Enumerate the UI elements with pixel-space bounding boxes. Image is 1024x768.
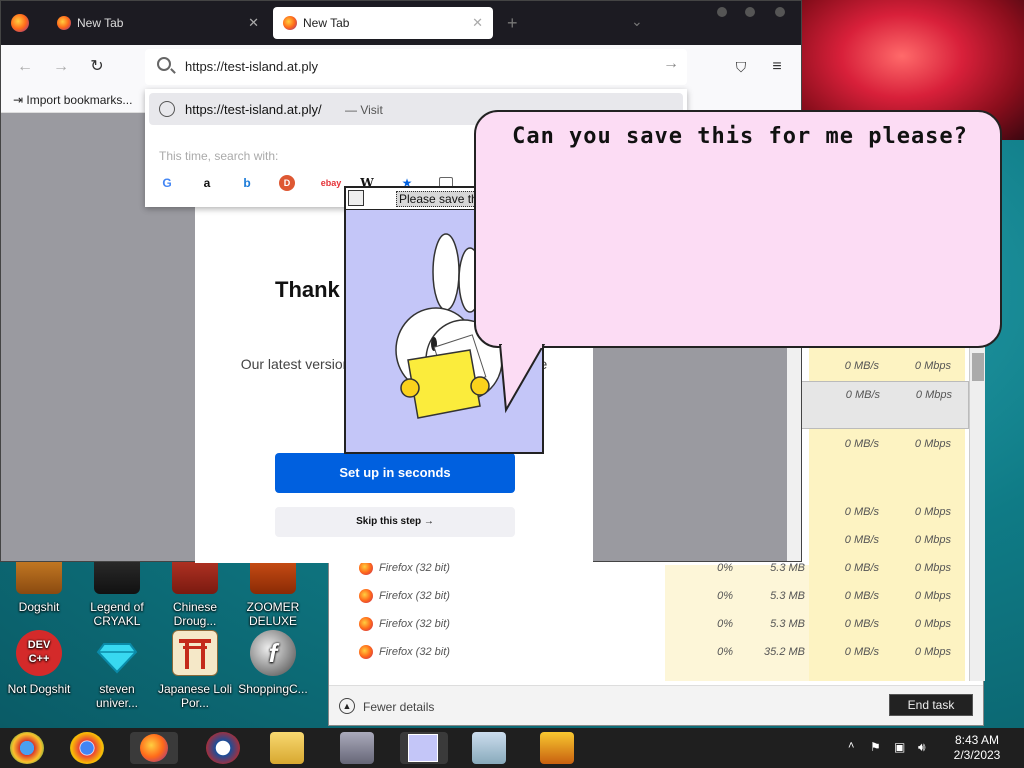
bunny-taskbar-button[interactable] — [400, 732, 448, 764]
fewer-details-link[interactable]: Fewer details — [363, 700, 434, 714]
task-manager-icon[interactable] — [472, 732, 506, 764]
firefox-icon — [359, 561, 373, 575]
tab-new-tab-2[interactable]: New Tab ✕ — [273, 7, 493, 39]
obama-logo-icon[interactable] — [206, 732, 240, 764]
ebay-icon[interactable]: ebay — [319, 175, 343, 191]
pocket-icon[interactable]: ⛉ — [729, 55, 753, 79]
bunny-icon — [408, 734, 438, 762]
table-row[interactable]: Firefox (32 bit) 0% 5.3 MB 0 MB/s 0 Mbps — [329, 583, 969, 611]
tab-bar: New Tab ✕ New Tab ✕ + ⌄ — [1, 1, 801, 45]
desktop-icon-steven-univer[interactable]: steven univer... — [78, 630, 156, 710]
search-with-label: This time, search with: — [159, 149, 279, 163]
system-clock[interactable]: 8:43 AM 2/3/2023 — [944, 733, 1010, 763]
globe-icon — [159, 101, 175, 117]
duckduckgo-icon[interactable]: D — [279, 175, 295, 191]
desktop-icon-japanese-loli-por[interactable]: Japanese Loli Por... — [156, 630, 234, 710]
chevron-up-icon[interactable]: ˄ — [848, 740, 854, 752]
end-task-button[interactable]: End task — [889, 694, 973, 716]
set-up-button[interactable]: Set up in seconds — [275, 453, 515, 493]
bunny-icon — [348, 190, 364, 206]
app-icon[interactable] — [540, 732, 574, 764]
reload-icon[interactable]: ↻ — [85, 55, 109, 79]
firefox-icon — [359, 645, 373, 659]
firefox-taskbar-button[interactable] — [130, 732, 178, 764]
amazon-icon[interactable]: a — [199, 175, 215, 191]
chrome-icon[interactable] — [70, 732, 104, 764]
maximize-button[interactable] — [745, 7, 755, 17]
close-window-button[interactable] — [775, 7, 785, 17]
speech-bubble: Can you save this for me please? — [474, 110, 1002, 348]
firefox-icon — [359, 617, 373, 631]
task-manager-footer: ▲ Fewer details End task — [329, 685, 983, 725]
menu-icon[interactable]: ≡ — [765, 55, 789, 79]
new-tab-button[interactable]: + — [507, 13, 518, 34]
firefox-icon — [283, 16, 297, 30]
url-bar[interactable]: https://test-island.at.ply → — [145, 49, 687, 85]
chromium-icon[interactable] — [10, 732, 44, 764]
speech-bubble-text: Can you save this for me please? — [512, 124, 968, 149]
nav-toolbar: ← → ↻ https://test-island.at.ply → ⛉ ≡ — [1, 45, 801, 89]
close-icon[interactable]: ✕ — [248, 7, 259, 39]
skip-step-button[interactable]: Skip this step → — [275, 507, 515, 537]
firefox-icon — [359, 589, 373, 603]
firefox-icon — [140, 734, 168, 762]
go-arrow-icon[interactable]: → — [663, 55, 679, 73]
table-row[interactable]: Firefox (32 bit) 0% 35.2 MB 0 MB/s 0 Mbp… — [329, 639, 969, 667]
installer-icon[interactable] — [340, 732, 374, 764]
task-manager-scrollbar[interactable] — [969, 341, 985, 681]
onboarding-heading: Thank — [275, 277, 340, 302]
list-all-tabs-icon[interactable]: ⌄ — [631, 13, 643, 30]
back-icon[interactable]: ← — [13, 55, 37, 79]
forward-icon[interactable]: → — [49, 55, 73, 79]
firefox-icon — [57, 16, 71, 30]
taskbar: ˄ ⚑ ▣ 🔊︎ 8:43 AM 2/3/2023 — [0, 728, 1024, 768]
minimize-button[interactable] — [717, 7, 727, 17]
scrollbar-thumb[interactable] — [972, 353, 984, 381]
tab-new-tab-1[interactable]: New Tab ✕ — [47, 7, 269, 39]
chevron-up-icon[interactable]: ▲ — [339, 698, 355, 714]
flag-icon[interactable]: ⚑ — [870, 740, 881, 754]
search-icon — [157, 57, 171, 71]
url-input[interactable]: https://test-island.at.ply — [185, 59, 318, 74]
devcpp-icon: DEV C++ — [16, 630, 62, 676]
torii-icon — [172, 630, 218, 676]
close-icon[interactable]: ✕ — [472, 7, 483, 39]
desktop-icon-shoppingc[interactable]: f ShoppingC... — [234, 630, 312, 696]
volume-icon[interactable]: 🔊︎ — [918, 740, 926, 755]
file-explorer-icon[interactable] — [270, 732, 304, 764]
diamond-icon — [94, 630, 140, 676]
google-icon[interactable]: G — [159, 175, 175, 191]
table-row[interactable]: Firefox (32 bit) 0% 5.3 MB 0 MB/s 0 Mbps — [329, 611, 969, 639]
network-icon[interactable]: ▣ — [894, 740, 905, 754]
desktop-icon-not-dogshit[interactable]: DEV C++ Not Dogshit — [0, 630, 78, 696]
flash-icon: f — [250, 630, 296, 676]
speech-bubble-tail — [498, 344, 546, 414]
firefox-view-icon[interactable] — [11, 14, 29, 32]
import-bookmarks-button[interactable]: ⇥ Import bookmarks... — [13, 93, 132, 107]
bing-icon[interactable]: b — [239, 175, 255, 191]
